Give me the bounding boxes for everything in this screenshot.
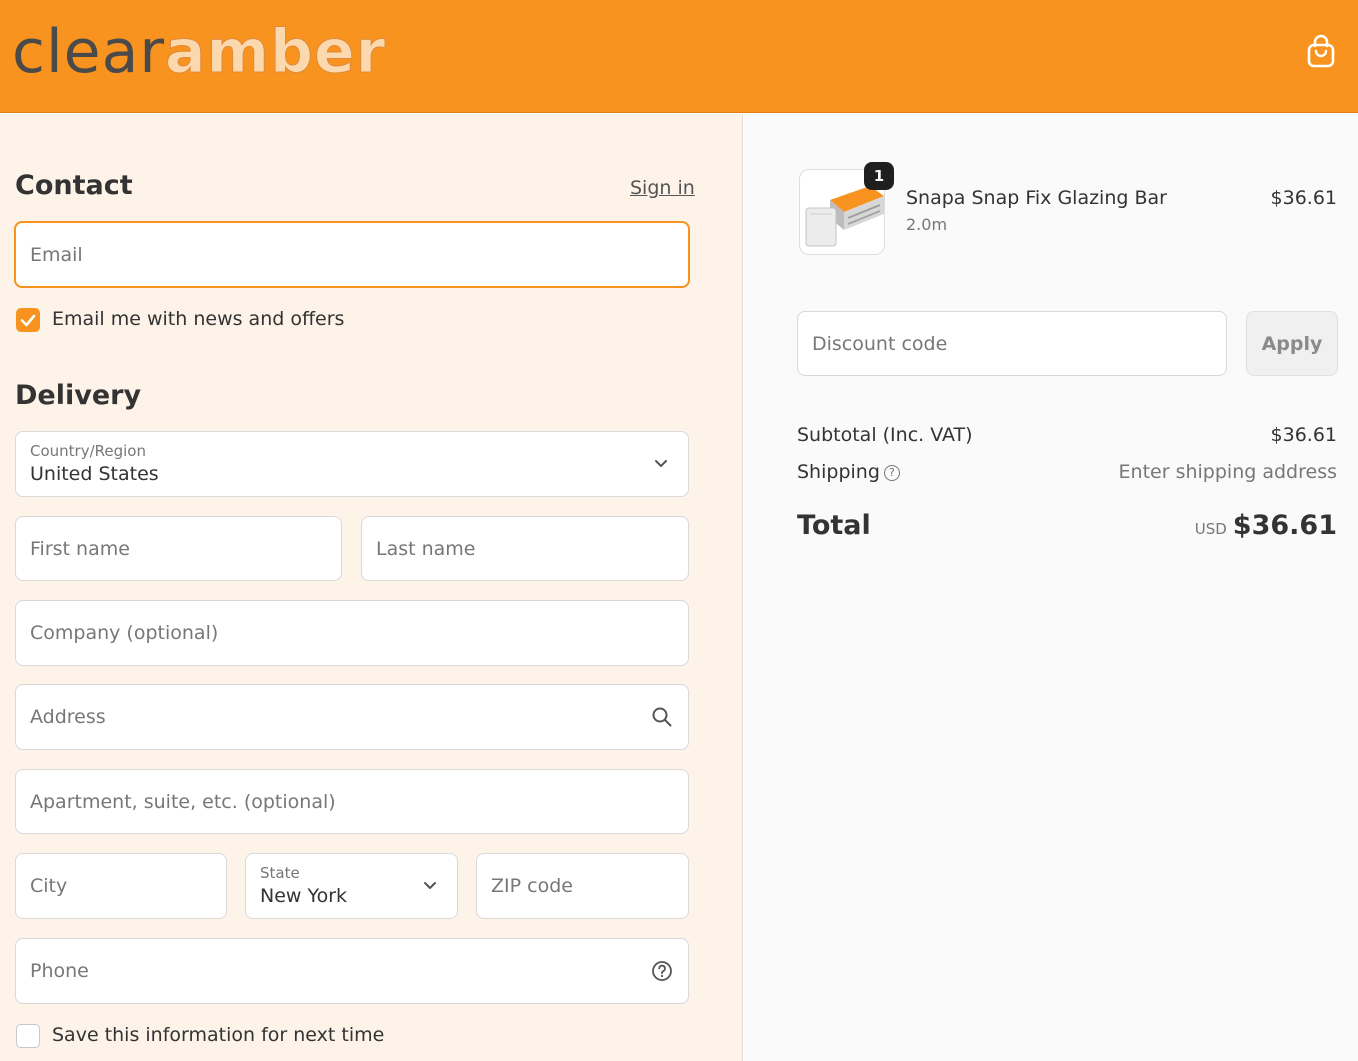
search-icon[interactable] [651,706,673,728]
last-name-field[interactable] [361,516,689,581]
shopping-bag-icon[interactable] [1306,34,1336,68]
first-name-field[interactable] [15,516,342,581]
zip-field[interactable] [476,853,689,919]
site-header: clearamber [0,0,1358,113]
delivery-heading: Delivery [15,380,142,411]
quantity-badge: 1 [864,162,894,190]
discount-input[interactable] [798,312,1226,375]
city-input[interactable] [16,854,226,918]
discount-field[interactable] [797,311,1227,376]
company-input[interactable] [16,601,688,665]
product-name: Snapa Snap Fix Glazing Bar [906,187,1167,209]
zip-input[interactable] [477,854,688,918]
logo-text-amber: amber [165,17,387,88]
order-summary-panel [744,114,1358,1061]
shipping-label: Shipping [797,461,880,483]
save-info-label: Save this information for next time [52,1024,385,1046]
shipping-row: Shipping? [797,461,900,483]
country-label: Country/Region [30,442,146,460]
apply-discount-button[interactable]: Apply [1246,311,1338,376]
product-price: $36.61 [1270,187,1337,209]
chevron-down-icon [655,460,667,467]
country-select[interactable]: Country/Region United States [15,431,689,497]
state-select[interactable]: State New York [245,853,458,919]
first-name-input[interactable] [16,517,341,580]
apartment-field[interactable] [15,769,689,834]
last-name-input[interactable] [362,517,688,580]
checkmark-icon [20,314,36,327]
shipping-value: Enter shipping address [1118,461,1337,483]
phone-input[interactable] [16,939,688,1003]
total-amount: USD $36.61 [1050,510,1337,541]
product-variant: 2.0m [906,215,948,234]
apartment-input[interactable] [16,770,688,833]
country-value: United States [30,463,159,485]
address-field[interactable] [15,684,689,750]
help-icon[interactable]: ? [883,465,900,481]
city-field[interactable] [15,853,227,919]
save-info-checkbox[interactable] [16,1024,40,1048]
email-input[interactable] [16,223,688,286]
help-icon[interactable] [651,960,673,982]
state-value: New York [260,885,348,907]
sign-in-link[interactable]: Sign in [630,177,695,199]
company-field[interactable] [15,600,689,666]
subtotal-value: $36.61 [1270,424,1337,446]
total-value: $36.61 [1232,510,1337,541]
brand-logo[interactable]: clearamber [12,14,386,90]
state-label: State [260,864,300,882]
address-input[interactable] [16,685,688,749]
newsletter-label: Email me with news and offers [52,308,345,330]
total-label: Total [797,510,871,541]
phone-field[interactable] [15,938,689,1004]
email-field[interactable] [14,221,690,288]
contact-heading: Contact [15,170,133,201]
newsletter-checkbox[interactable] [16,308,40,332]
chevron-down-icon [424,882,436,889]
subtotal-label: Subtotal (Inc. VAT) [797,424,973,446]
logo-text-clear: clear [12,17,166,87]
total-currency: USD [1194,520,1227,538]
